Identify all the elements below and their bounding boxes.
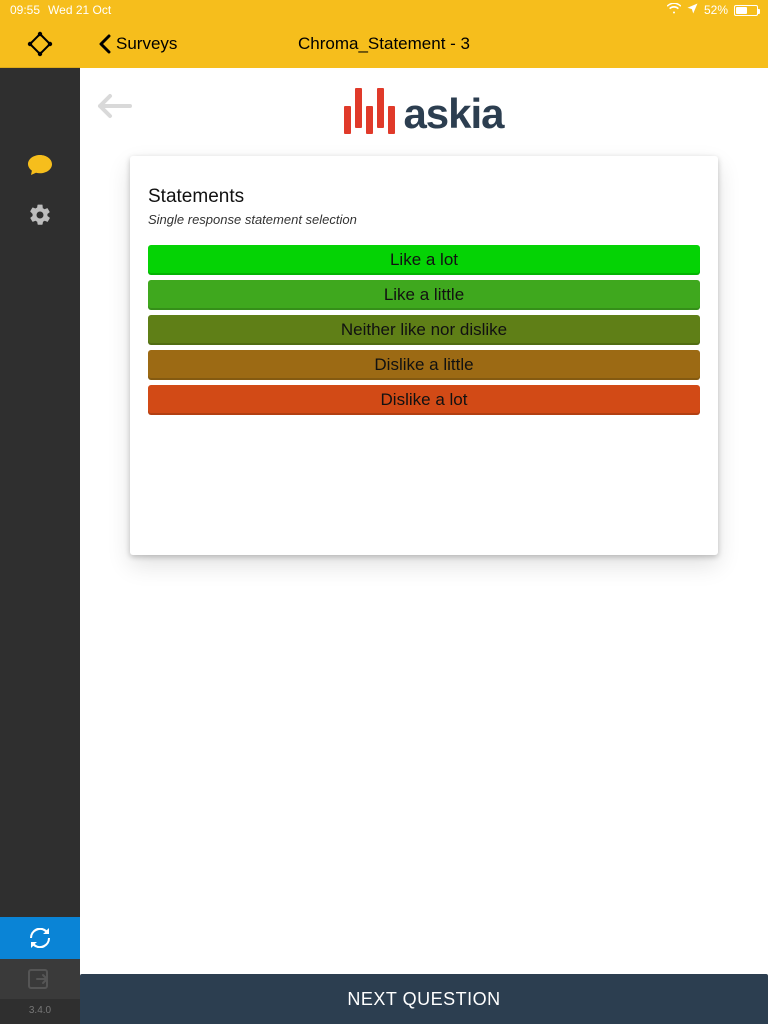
option-like-a-little[interactable]: Like a little (148, 280, 700, 310)
sidebar-item-exit[interactable] (0, 959, 80, 999)
back-button[interactable]: Surveys (98, 34, 177, 54)
option-label: Like a little (384, 285, 464, 305)
status-time: 09:55 (10, 3, 40, 17)
askia-wordmark: askia (403, 90, 503, 138)
back-label: Surveys (116, 34, 177, 54)
sidebar-item-settings[interactable] (0, 190, 80, 240)
app-logo[interactable] (0, 20, 80, 68)
question-title: Statements (148, 186, 700, 208)
exit-icon (28, 969, 52, 989)
option-label: Dislike a little (374, 355, 473, 375)
sidebar: 3.4.0 (0, 68, 80, 1024)
sidebar-version: 3.4.0 (0, 999, 80, 1024)
wifi-icon (667, 3, 681, 17)
page-title: Chroma_Statement - 3 (298, 34, 470, 54)
chevron-left-icon (98, 34, 112, 54)
askia-logo: askia (96, 90, 752, 138)
status-bar: 09:55 Wed 21 Oct 52% (0, 0, 768, 20)
option-dislike-a-lot[interactable]: Dislike a lot (148, 385, 700, 415)
gear-icon (28, 203, 52, 227)
battery-pct: 52% (704, 3, 728, 17)
option-like-a-lot[interactable]: Like a lot (148, 245, 700, 275)
app-header: Surveys Chroma_Statement - 3 (0, 20, 768, 68)
battery-icon (734, 5, 758, 16)
chat-bubble-icon (27, 154, 53, 176)
question-card: Statements Single response statement sel… (130, 156, 718, 555)
option-dislike-a-little[interactable]: Dislike a little (148, 350, 700, 380)
sidebar-item-surveys[interactable] (0, 140, 80, 190)
next-question-button[interactable]: NEXT QUESTION (80, 974, 768, 1024)
option-label: Dislike a lot (381, 390, 468, 410)
content-area: askia Statements Single response stateme… (80, 68, 768, 1024)
option-label: Like a lot (390, 250, 458, 270)
sync-icon (28, 928, 52, 948)
option-label: Neither like nor dislike (341, 320, 507, 340)
option-neither[interactable]: Neither like nor dislike (148, 315, 700, 345)
next-question-label: NEXT QUESTION (347, 989, 500, 1010)
sidebar-item-sync[interactable] (0, 917, 80, 959)
status-date: Wed 21 Oct (48, 3, 111, 17)
location-icon (687, 3, 698, 17)
askia-bars-icon (344, 94, 395, 134)
question-subtitle: Single response statement selection (148, 212, 700, 227)
